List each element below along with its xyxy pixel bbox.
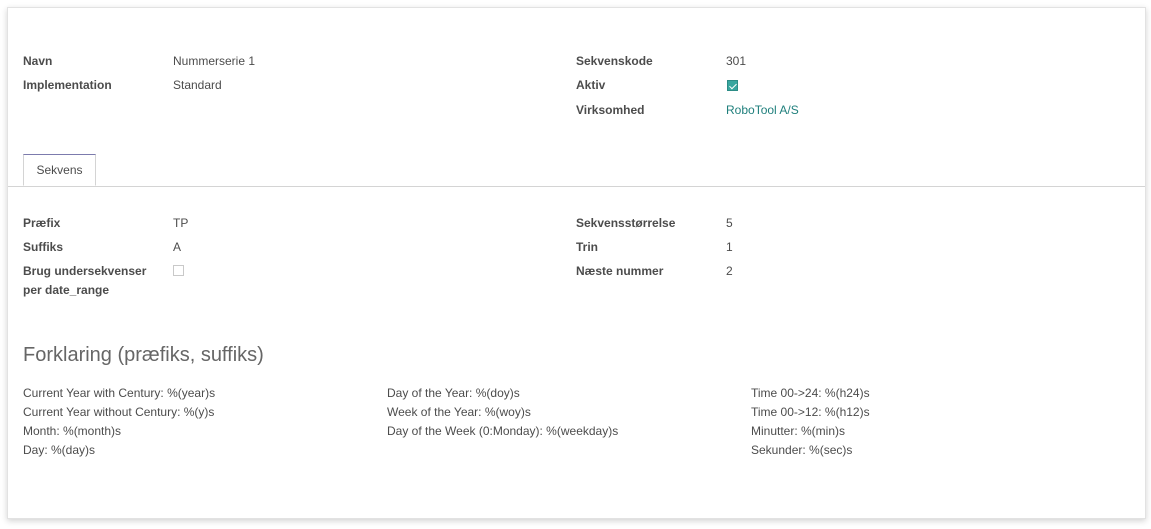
legend-title: Forklaring (præfiks, suffiks) [23,344,264,366]
next-number-field[interactable]: 2 [726,264,733,278]
tab-divider [8,186,1145,187]
company-label: Virksomhed [576,103,645,117]
use-subsequences-label-line1: Brug undersekvenser [23,264,147,278]
legend-item: Time 00->24: %(h24)s [751,386,870,400]
name-label: Navn [23,54,53,68]
tab-sequence[interactable]: Sekvens [23,154,96,186]
implementation-field[interactable]: Standard [173,78,222,92]
legend-item: Sekunder: %(sec)s [751,443,853,457]
use-subsequences-label-line2: per date_range [23,283,110,297]
form-sheet: Navn Nummerserie 1 Implementation Standa… [7,7,1146,519]
sequence-size-label: Sekvensstørrelse [576,216,676,230]
use-subsequences-checkbox[interactable] [173,265,184,276]
active-checkbox[interactable] [727,80,738,91]
legend-item: Month: %(month)s [23,424,122,438]
step-label: Trin [576,240,599,254]
legend-column-2: Day of the Year: %(doy)s Week of the Yea… [387,384,618,441]
legend-item: Day of the Week (0:Monday): %(weekday)s [387,424,619,438]
sequence-size-field[interactable]: 5 [726,216,733,230]
legend-item: Current Year with Century: %(year)s [23,386,216,400]
active-label: Aktiv [576,78,606,92]
prefix-field[interactable]: TP [173,216,188,230]
suffix-label: Suffiks [23,240,64,254]
step-field[interactable]: 1 [726,240,733,254]
sequence-code-field[interactable]: 301 [726,54,746,68]
prefix-label: Præfix [23,216,61,230]
legend-item: Minutter: %(min)s [751,424,846,438]
suffix-field[interactable]: A [173,240,181,254]
legend-item: Current Year without Century: %(y)s [23,405,215,419]
legend-column-1: Current Year with Century: %(year)s Curr… [23,384,215,460]
legend-item: Week of the Year: %(woy)s [387,405,531,419]
sequence-code-label: Sekvenskode [576,54,653,68]
legend-item: Day: %(day)s [23,443,96,457]
legend-item: Day of the Year: %(doy)s [387,386,520,400]
next-number-label: Næste nummer [576,264,664,278]
name-field[interactable]: Nummerserie 1 [173,54,255,68]
company-link[interactable]: RoboTool A/S [726,103,799,117]
implementation-label: Implementation [23,78,112,92]
legend-column-3: Time 00->24: %(h24)s Time 00->12: %(h12)… [751,384,870,460]
legend-item: Time 00->12: %(h12)s [751,405,870,419]
